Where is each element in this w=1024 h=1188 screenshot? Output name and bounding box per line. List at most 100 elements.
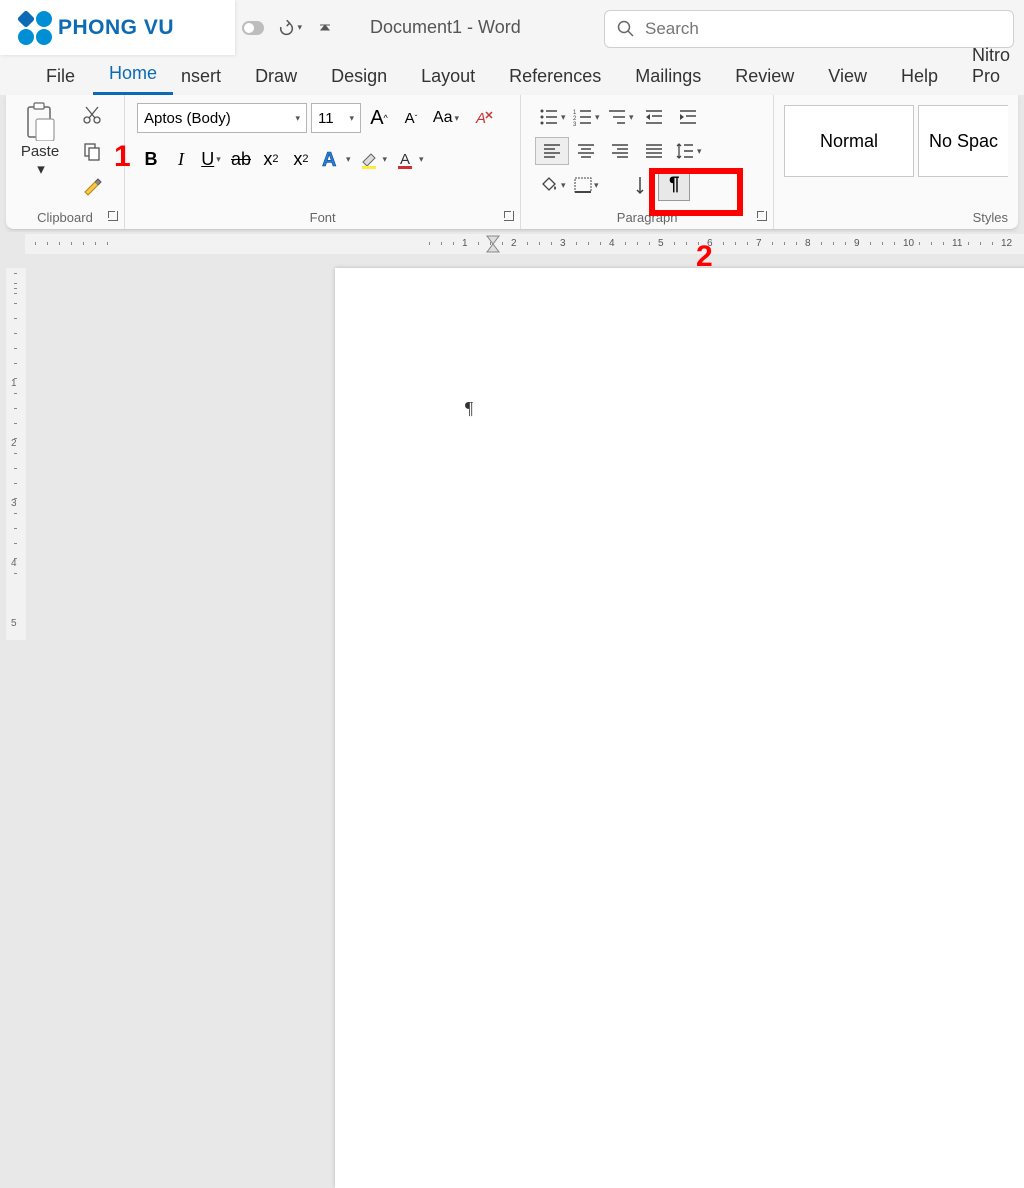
font-name-select[interactable]: Aptos (Body) ▾	[137, 103, 307, 133]
font-size-value: 11	[318, 110, 334, 127]
tab-home[interactable]: Home	[93, 57, 173, 95]
document-page[interactable]: ¶	[335, 268, 1024, 1188]
format-painter-button[interactable]	[72, 173, 112, 201]
svg-text:1: 1	[573, 110, 577, 116]
outdent-icon	[644, 108, 664, 126]
tab-insert[interactable]: nsert	[175, 60, 237, 95]
customize-qat-button[interactable]	[312, 15, 338, 41]
tab-draw[interactable]: Draw	[239, 60, 313, 95]
font-color-icon: A	[395, 148, 417, 170]
increase-indent-button[interactable]	[671, 103, 705, 131]
superscript-button[interactable]: x2	[287, 143, 315, 175]
brand-logo-text: PHONG VU	[58, 16, 174, 40]
search-icon	[617, 20, 635, 38]
bold-button[interactable]: B	[137, 143, 165, 175]
svg-text:A: A	[475, 110, 486, 127]
copy-button[interactable]	[72, 137, 112, 165]
brand-logo-box: PHONG VU	[0, 0, 235, 55]
style-normal[interactable]: Normal	[784, 105, 914, 177]
show-paragraph-marks-button[interactable]: ¶	[657, 171, 691, 199]
line-spacing-icon	[675, 142, 695, 160]
vertical-ruler[interactable]: 12345	[6, 268, 26, 640]
pilcrow-icon: ¶	[658, 169, 690, 201]
text-effects-button[interactable]: A▾	[317, 143, 354, 175]
numbered-list-button[interactable]: 123▾	[569, 103, 603, 131]
document-title: Document1 - Word	[370, 0, 521, 55]
ribbon-tabstrip: File Home nsert Draw Design Layout Refer…	[0, 55, 1024, 95]
underline-button[interactable]: U▾	[197, 143, 225, 175]
tab-layout[interactable]: Layout	[405, 60, 491, 95]
group-label-font: Font	[125, 210, 520, 225]
svg-text:2: 2	[573, 116, 577, 122]
font-name-value: Aptos (Body)	[144, 110, 231, 127]
font-size-select[interactable]: 11 ▾	[311, 103, 361, 133]
line-spacing-button[interactable]: ▾	[671, 137, 705, 165]
title-bar: PHONG VU ▾ Document1 - Word	[0, 0, 1024, 55]
document-workspace: 12345 ¶	[0, 258, 1024, 640]
indent-marker-icon[interactable]	[485, 234, 501, 254]
align-left-button[interactable]	[535, 137, 569, 165]
text-effects-icon: A	[320, 147, 344, 171]
change-case-label: Aa	[433, 109, 453, 127]
style-normal-label: Normal	[820, 131, 878, 152]
tab-review[interactable]: Review	[719, 60, 810, 95]
annotation-2: 2	[696, 240, 713, 274]
tab-references[interactable]: References	[493, 60, 617, 95]
justify-icon	[645, 143, 663, 159]
clipboard-dialog-launcher[interactable]	[106, 209, 120, 223]
paste-button[interactable]: Paste ▾	[12, 101, 68, 178]
autosave-toggle[interactable]	[240, 15, 266, 41]
font-dialog-launcher[interactable]	[502, 209, 516, 223]
brush-icon	[81, 176, 103, 198]
tab-design[interactable]: Design	[315, 60, 403, 95]
align-center-button[interactable]	[569, 137, 603, 165]
multilevel-list-icon	[607, 108, 627, 126]
multilevel-list-button[interactable]: ▾	[603, 103, 637, 131]
font-color-button[interactable]: A▾	[392, 143, 427, 175]
group-label-styles: Styles	[973, 210, 1008, 225]
paragraph-dialog-launcher[interactable]	[755, 209, 769, 223]
grow-font-button[interactable]: A^	[365, 104, 393, 132]
scissors-icon	[82, 105, 102, 125]
tab-nitro[interactable]: Nitro Pro	[956, 39, 1024, 95]
borders-button[interactable]: ▾	[569, 171, 603, 199]
clear-formatting-button[interactable]: A	[467, 104, 501, 132]
cut-button[interactable]	[72, 101, 112, 129]
copy-icon	[82, 141, 102, 161]
svg-text:A: A	[322, 149, 336, 171]
strikethrough-button[interactable]: ab	[227, 143, 255, 175]
highlighter-icon	[359, 148, 381, 170]
bullet-list-button[interactable]: ▾	[535, 103, 569, 131]
decrease-indent-button[interactable]	[637, 103, 671, 131]
align-center-icon	[577, 143, 595, 159]
paste-icon	[22, 101, 58, 141]
bucket-icon	[539, 176, 559, 194]
subscript-button[interactable]: x2	[257, 143, 285, 175]
undo-button[interactable]: ▾	[276, 15, 302, 41]
search-input[interactable]	[645, 19, 965, 39]
tab-view[interactable]: View	[812, 60, 883, 95]
annotation-1: 1	[114, 140, 131, 174]
change-case-button[interactable]: Aa▾	[429, 104, 463, 132]
italic-button[interactable]: I	[167, 143, 195, 175]
highlight-button[interactable]: ▾	[356, 143, 391, 175]
ribbon: Paste ▾ Clipboard Aptos (Body) ▾ 11	[6, 95, 1018, 230]
align-right-button[interactable]	[603, 137, 637, 165]
numbered-list-icon: 123	[573, 108, 593, 126]
indent-icon	[678, 108, 698, 126]
brand-logo-icon	[18, 11, 52, 45]
group-label-paragraph: Paragraph	[521, 210, 773, 225]
search-box[interactable]	[604, 10, 1014, 48]
shading-button[interactable]: ▾	[535, 171, 569, 199]
tab-mailings[interactable]: Mailings	[619, 60, 717, 95]
tab-file[interactable]: File	[30, 60, 91, 95]
sort-button[interactable]	[623, 171, 657, 199]
svg-text:3: 3	[573, 122, 577, 126]
shrink-font-button[interactable]: Aˇ	[397, 104, 425, 132]
group-styles: Normal No Spac Styles	[774, 95, 1018, 229]
justify-button[interactable]	[637, 137, 671, 165]
style-no-spacing[interactable]: No Spac	[918, 105, 1008, 177]
align-right-icon	[611, 143, 629, 159]
horizontal-ruler[interactable]: 123456789101112	[25, 234, 1024, 254]
tab-help[interactable]: Help	[885, 60, 954, 95]
